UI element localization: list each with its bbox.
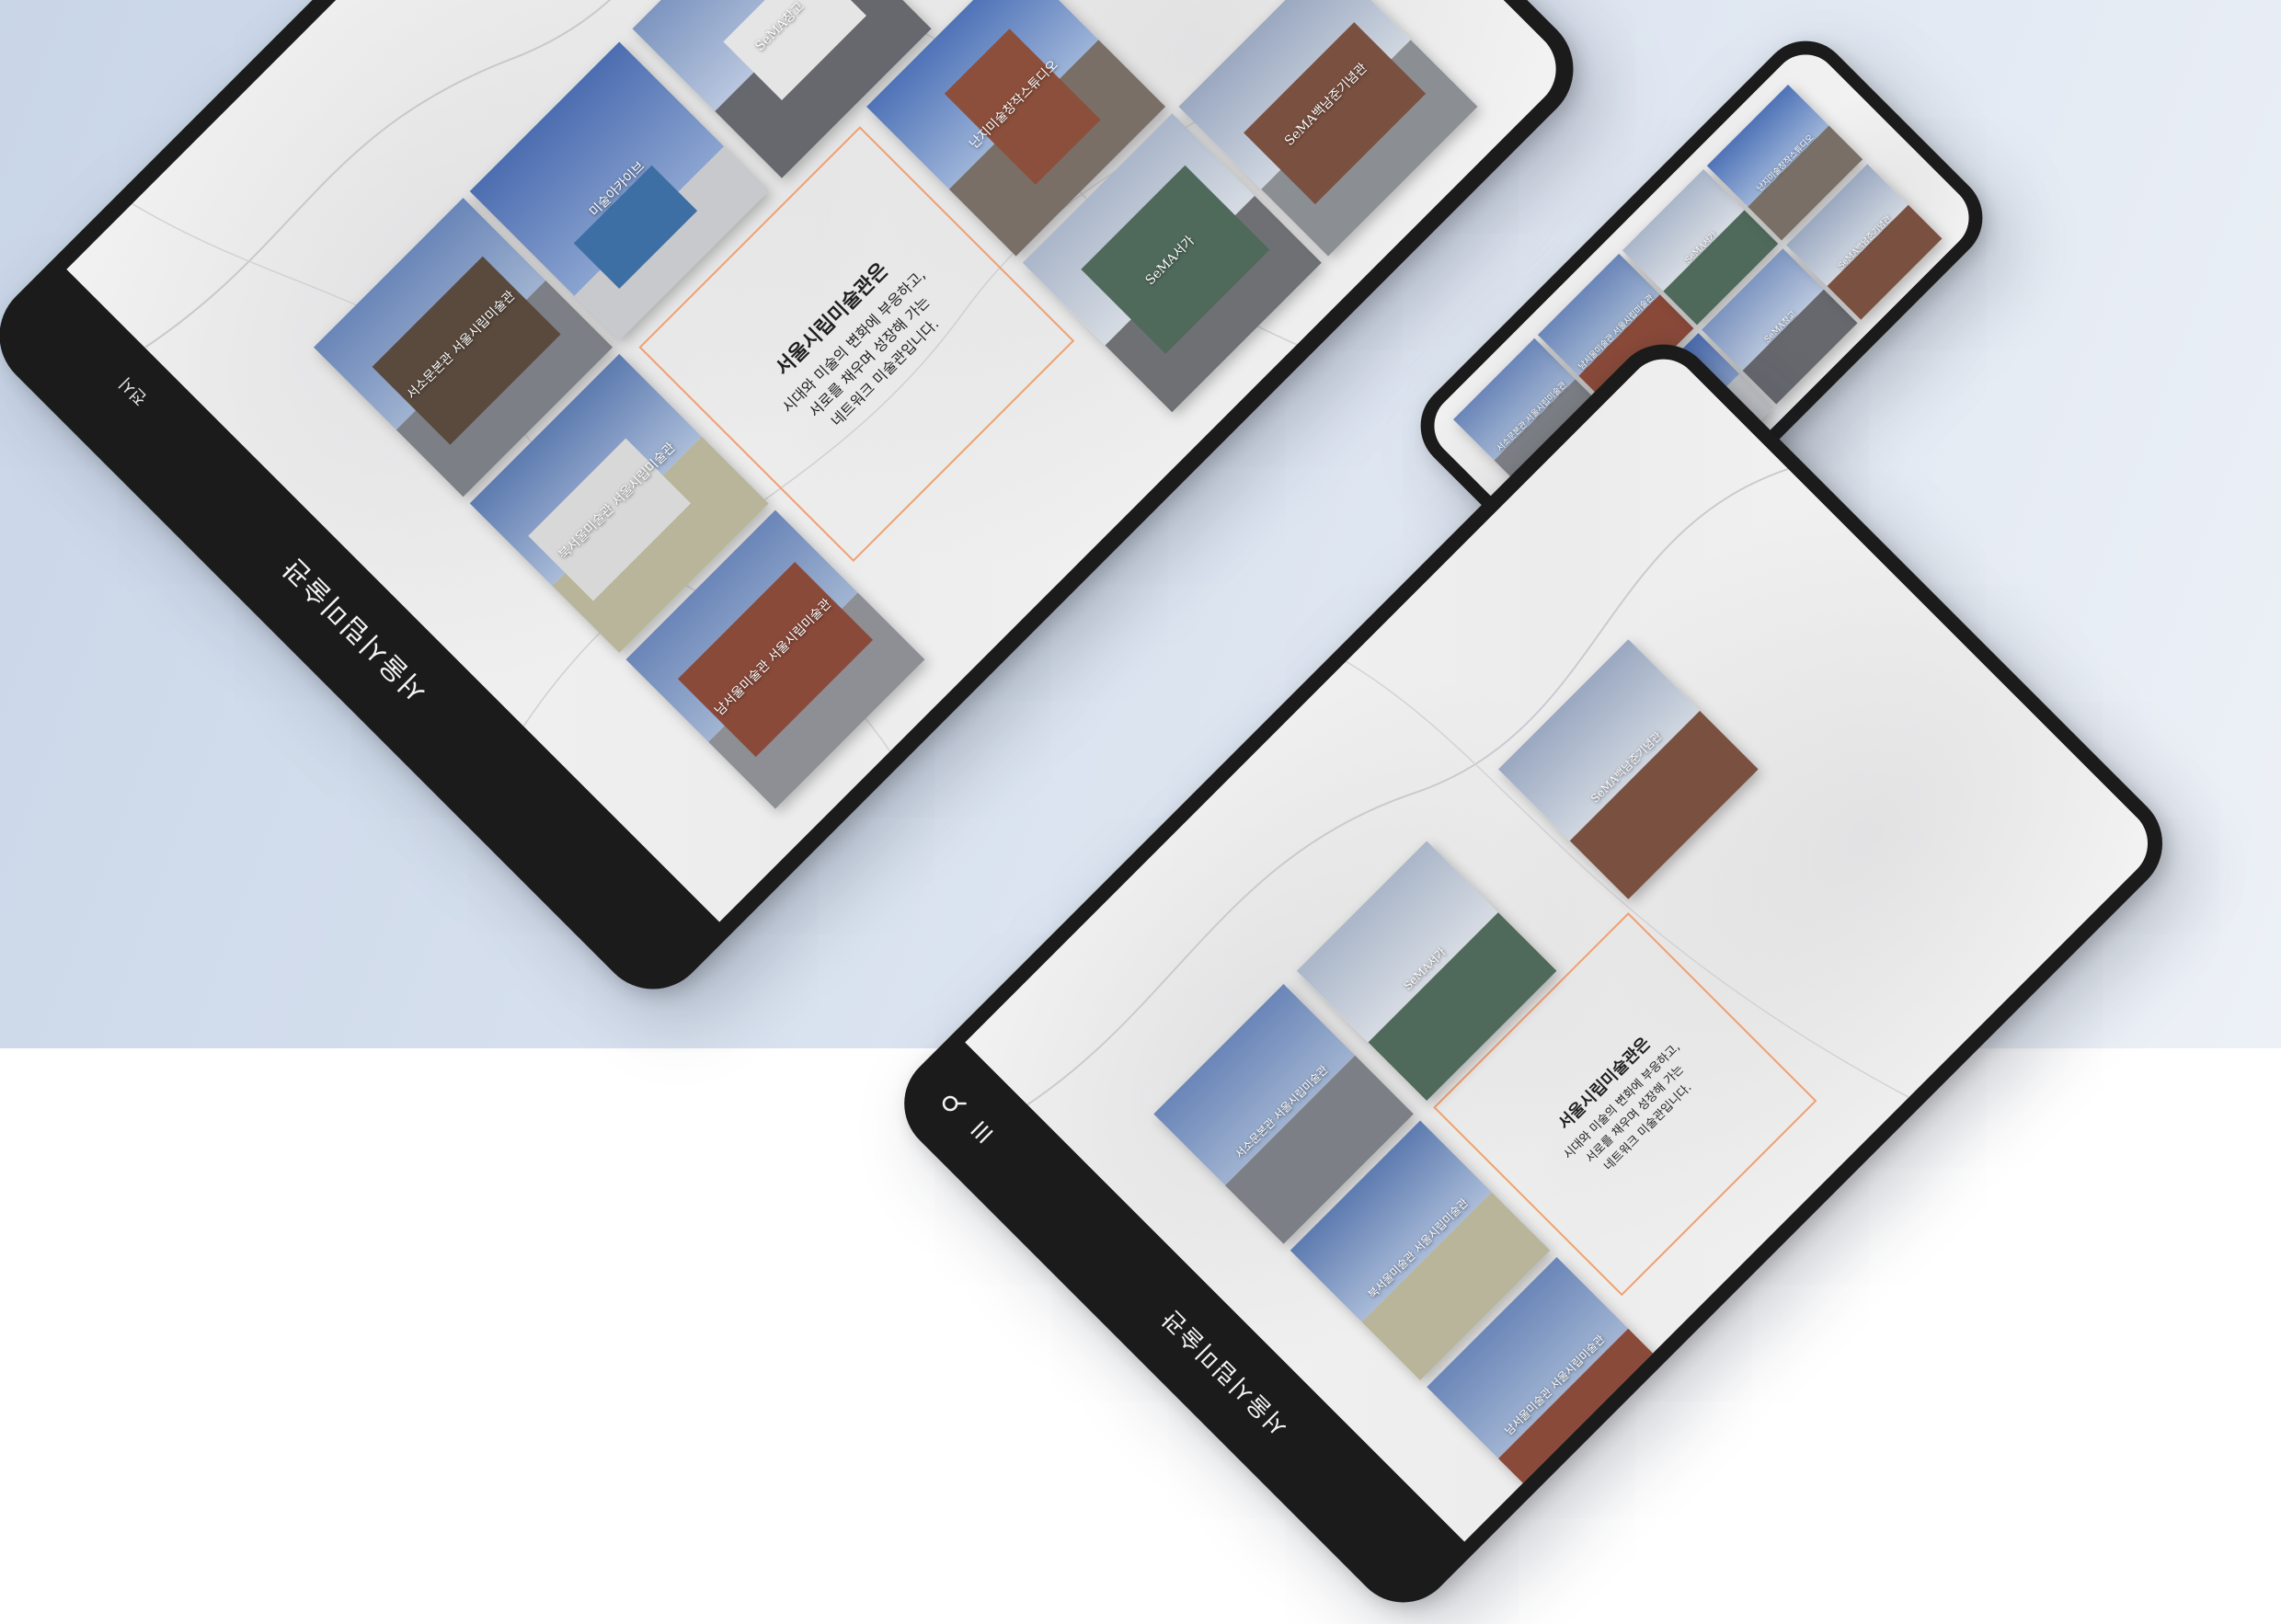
bottom-intro-text: 서울시립미술관은 시대와 미술의 변화에 부응하고, 서로를 채우며 성장해 가… — [1539, 1018, 1711, 1190]
bottom-tile-soma-baeknam[interactable]: SeMA백남준기념관 — [1497, 639, 1759, 899]
intro-text: 서울시립미술관은 시대와 미술의 변화에 부응하고, 서로를 채우며 성장해 가… — [751, 239, 962, 450]
bottom-intro-line-2: 서로를 채우며 성장해 가는 — [1583, 1062, 1687, 1166]
intro-line-2: 서로를 채우며 성장해 가는 — [805, 292, 934, 421]
hamburger-menu-icon[interactable] — [964, 1114, 1001, 1150]
nav-exhibitions[interactable]: 전시 — [113, 372, 152, 411]
search-icon[interactable] — [935, 1085, 972, 1122]
